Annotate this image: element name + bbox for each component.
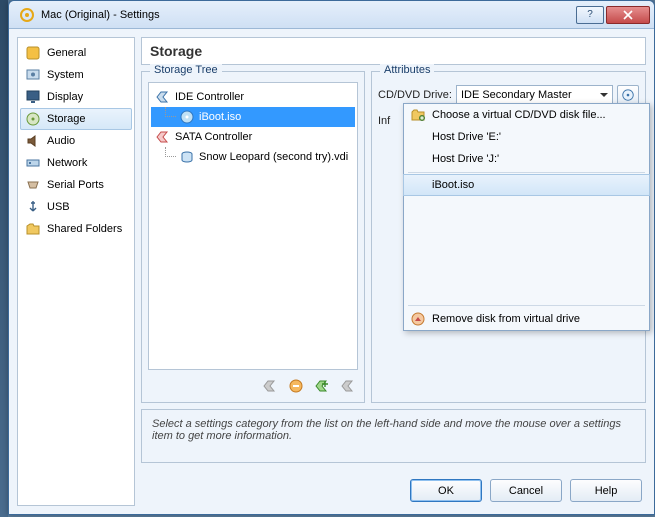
sidebar-item-display[interactable]: Display	[20, 86, 132, 108]
add-controller-button[interactable]	[260, 376, 280, 396]
titlebar[interactable]: Mac (Original) - Settings ?	[9, 1, 654, 29]
sidebar-item-system[interactable]: System	[20, 64, 132, 86]
sidebar-item-general[interactable]: General	[20, 42, 132, 64]
menu-separator	[408, 172, 645, 173]
menu-host-e[interactable]: Host Drive 'E:'	[404, 126, 649, 148]
sidebar-item-serial[interactable]: Serial Ports	[20, 174, 132, 196]
group-label: Storage Tree	[150, 64, 222, 76]
sidebar-item-shared[interactable]: Shared Folders	[20, 218, 132, 240]
eject-icon	[410, 311, 426, 327]
drive-menu-button[interactable]	[617, 85, 639, 105]
menu-choose-file[interactable]: Choose a virtual CD/DVD disk file...	[404, 104, 649, 126]
disc-icon	[179, 109, 195, 125]
help-button[interactable]: ?	[576, 6, 604, 24]
sidebar-item-label: Storage	[47, 113, 86, 125]
sidebar-item-label: Audio	[47, 135, 75, 147]
sidebar-item-label: USB	[47, 201, 70, 213]
remove-attachment-button[interactable]	[338, 376, 358, 396]
app-icon	[19, 7, 35, 23]
tree-sata-controller[interactable]: SATA Controller	[151, 127, 355, 147]
ide-icon	[155, 89, 171, 105]
disk-context-menu: Choose a virtual CD/DVD disk file... Hos…	[403, 103, 650, 331]
tree-label: Snow Leopard (second try).vdi	[199, 151, 348, 163]
menu-iboot[interactable]: iBoot.iso	[403, 174, 650, 196]
sidebar-item-network[interactable]: Network	[20, 152, 132, 174]
hdd-icon	[179, 149, 195, 165]
drive-label: CD/DVD Drive:	[378, 89, 452, 101]
sidebar-item-audio[interactable]: Audio	[20, 130, 132, 152]
sidebar: General System Display Storage Audio Net…	[17, 37, 135, 506]
sidebar-item-label: Display	[47, 91, 83, 103]
window-title: Mac (Original) - Settings	[41, 9, 576, 21]
sidebar-item-storage[interactable]: Storage	[20, 108, 132, 130]
tree-label: SATA Controller	[175, 131, 252, 143]
tree-snow-leopard[interactable]: Snow Leopard (second try).vdi	[151, 147, 355, 167]
tree-iboot[interactable]: iBoot.iso	[151, 107, 355, 127]
sidebar-item-label: General	[47, 47, 86, 59]
sidebar-item-usb[interactable]: USB	[20, 196, 132, 218]
sidebar-item-label: Network	[47, 157, 87, 169]
folder-icon	[410, 107, 426, 123]
menu-separator	[408, 305, 645, 306]
sidebar-item-label: Shared Folders	[47, 223, 122, 235]
group-label: Attributes	[380, 64, 434, 76]
add-attachment-button[interactable]	[312, 376, 332, 396]
page-title: Storage	[141, 37, 646, 65]
sata-icon	[155, 129, 171, 145]
hint-text: Select a settings category from the list…	[141, 409, 646, 463]
storage-tree-group: Storage Tree IDE Controller iBoot.iso	[141, 71, 365, 403]
remove-controller-button[interactable]	[286, 376, 306, 396]
storage-tree[interactable]: IDE Controller iBoot.iso SATA Controller	[148, 82, 358, 370]
menu-host-j[interactable]: Host Drive 'J:'	[404, 148, 649, 170]
drive-select[interactable]: IDE Secondary Master	[456, 85, 613, 105]
info-label: Inf	[378, 115, 390, 127]
tree-label: iBoot.iso	[199, 111, 241, 123]
settings-window: Mac (Original) - Settings ? General Syst…	[8, 0, 655, 515]
close-button[interactable]	[606, 6, 650, 24]
tree-label: IDE Controller	[175, 91, 244, 103]
menu-remove-disk[interactable]: Remove disk from virtual drive	[404, 308, 649, 330]
sidebar-item-label: System	[47, 69, 84, 81]
cancel-button[interactable]: Cancel	[490, 479, 562, 502]
ok-button[interactable]: OK	[410, 479, 482, 502]
help-button-bottom[interactable]: Help	[570, 479, 642, 502]
sidebar-item-label: Serial Ports	[47, 179, 104, 191]
tree-ide-controller[interactable]: IDE Controller	[151, 87, 355, 107]
